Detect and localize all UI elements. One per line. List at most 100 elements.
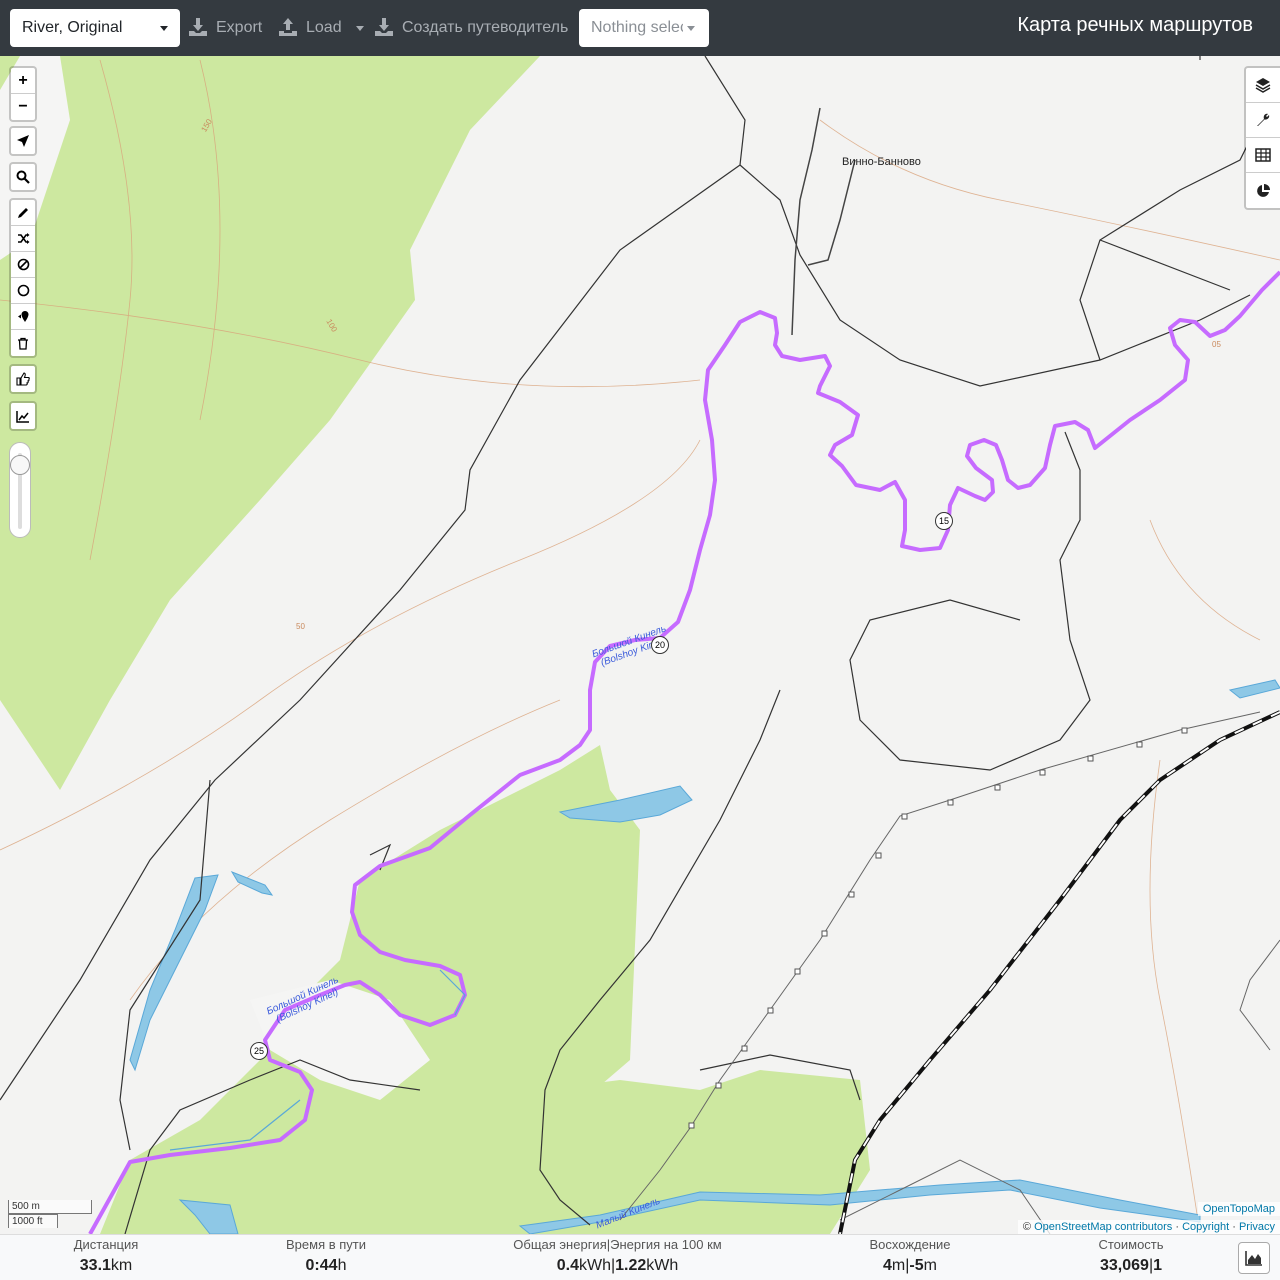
settings-button[interactable] xyxy=(1246,103,1280,138)
forest-area xyxy=(540,1070,870,1234)
profile-select[interactable]: River, Original xyxy=(10,9,180,47)
pencil-icon xyxy=(17,208,28,218)
wrench-icon xyxy=(1257,113,1270,126)
profile-select-value: River, Original xyxy=(22,19,123,36)
stat-energy-per100-unit: kWh xyxy=(646,1257,679,1274)
right-toolbar xyxy=(1244,66,1280,210)
elevation-profile-button[interactable] xyxy=(1238,1242,1270,1274)
load-button[interactable]: Load xyxy=(278,9,364,47)
selection-dropdown[interactable]: Nothing selected xyxy=(579,9,709,47)
draw-route-button[interactable] xyxy=(11,200,35,226)
table-icon xyxy=(1255,148,1271,162)
map-canvas[interactable]: Винно-Банново Большой Кинель (Bolshoy Ki… xyxy=(0,56,1280,1234)
stat-distance-unit: km xyxy=(110,1257,133,1274)
elevation-chart-button[interactable] xyxy=(11,403,35,429)
create-guide-label: Создать путеводитель xyxy=(402,19,569,36)
feedback-control xyxy=(9,364,37,394)
scale-metric: 500 m xyxy=(8,1200,92,1214)
upload-icon xyxy=(279,18,297,36)
layers-icon xyxy=(1255,78,1271,93)
scale-imperial: 1000 ft xyxy=(8,1214,58,1228)
contour-label: 05 xyxy=(1212,340,1221,349)
copyright-symbol: © xyxy=(1022,1221,1032,1233)
opacity-slider[interactable] xyxy=(9,442,31,538)
circle-button[interactable] xyxy=(11,278,35,304)
stat-ascent-up-unit: m xyxy=(891,1257,906,1274)
ban-icon xyxy=(17,258,29,271)
delete-route-button[interactable] xyxy=(11,330,35,356)
attribution-separator: · xyxy=(1175,1221,1179,1233)
location-arrow-icon xyxy=(17,135,29,147)
download-icon xyxy=(189,18,207,36)
km-marker-value: 25 xyxy=(253,1046,264,1056)
top-navbar: River, Original Export Load Создать путе… xyxy=(0,0,1280,56)
app-title: Карта речных маршрутов xyxy=(1017,14,1253,36)
osm-attribution-link[interactable]: OpenStreetMap contributors xyxy=(1034,1221,1172,1233)
export-label: Export xyxy=(216,19,263,36)
create-guide-button[interactable]: Создать путеводитель xyxy=(374,9,574,47)
stat-ascent: Восхождение 4m|-5m xyxy=(860,1237,960,1275)
selection-placeholder: Nothing selected xyxy=(591,19,683,36)
thumbs-up-icon xyxy=(16,372,30,386)
privacy-link[interactable]: Privacy xyxy=(1239,1221,1275,1233)
stat-cost: Стоимость 33,069|1 xyxy=(1085,1237,1177,1275)
stat-distance: Дистанция 33.1km xyxy=(60,1237,152,1275)
search-button[interactable] xyxy=(11,164,35,190)
stat-cost-value: 33,069 xyxy=(1100,1257,1149,1274)
pie-chart-icon xyxy=(1257,183,1270,197)
zoom-out-button[interactable]: − xyxy=(11,94,35,120)
stat-time-unit: h xyxy=(337,1257,347,1274)
reverse-route-button[interactable] xyxy=(11,226,35,252)
locate-control xyxy=(9,126,37,156)
table-button[interactable] xyxy=(1246,138,1280,173)
zoom-in-button[interactable]: + xyxy=(11,68,35,94)
zoom-control: + − xyxy=(9,66,37,122)
stat-ascent-title: Восхождение xyxy=(869,1237,951,1252)
stat-energy-per100: 1.22 xyxy=(615,1257,647,1274)
shuffle-icon xyxy=(17,233,29,244)
statistics-button[interactable] xyxy=(1246,173,1280,208)
nogo-area-button[interactable] xyxy=(11,252,35,278)
attribution: © OpenStreetMap contributors · Copyright… xyxy=(1017,1220,1280,1234)
load-label: Load xyxy=(306,19,342,36)
elevation-control xyxy=(9,401,37,431)
stat-time: Время в пути 0:44h xyxy=(276,1237,376,1275)
stat-energy-total-unit: kWh xyxy=(578,1257,611,1274)
circle-icon xyxy=(17,284,29,297)
stat-distance-value: 33.1 xyxy=(79,1257,111,1274)
stat-cost-title: Стоимость xyxy=(1098,1237,1164,1252)
copyright-link[interactable]: Copyright xyxy=(1182,1221,1229,1233)
attribution-separator: · xyxy=(1232,1221,1236,1233)
village-label: Винно-Банново xyxy=(842,156,921,168)
km-marker-value: 20 xyxy=(654,640,665,650)
area-chart-icon xyxy=(1245,1251,1262,1266)
search-control xyxy=(9,162,37,192)
stat-energy-title: Общая энергия|Энергия на 100 км xyxy=(513,1237,722,1252)
poi-button[interactable] xyxy=(11,304,35,330)
stat-ascent-down-unit: m xyxy=(923,1257,937,1274)
km-marker: 25 xyxy=(250,1042,268,1060)
slider-handle[interactable] xyxy=(10,455,30,475)
export-button[interactable]: Export xyxy=(188,9,268,47)
layers-button[interactable] xyxy=(1246,68,1280,103)
draw-toolbar xyxy=(9,198,37,358)
stat-energy-total: 0.4 xyxy=(556,1257,579,1274)
map-marker-icon xyxy=(17,311,28,322)
km-marker: 15 xyxy=(935,512,953,530)
tile-attribution[interactable]: OpenTopoMap xyxy=(1197,1202,1280,1216)
locate-button[interactable] xyxy=(11,128,35,154)
scale-bar: 500 m 1000 ft xyxy=(8,1200,92,1228)
thumbs-up-button[interactable] xyxy=(11,366,35,392)
download-icon xyxy=(375,18,393,36)
km-marker-value: 15 xyxy=(938,516,949,526)
chevron-down-icon xyxy=(687,26,695,31)
stat-ascent-up: 4 xyxy=(883,1257,892,1274)
chevron-down-icon xyxy=(160,26,168,31)
chevron-down-icon xyxy=(356,26,364,31)
stat-time-title: Время в пути xyxy=(286,1237,366,1252)
stat-time-value: 0:44 xyxy=(305,1257,338,1274)
stat-distance-title: Дистанция xyxy=(73,1237,139,1252)
stat-energy: Общая энергия|Энергия на 100 км 0.4kWh|1… xyxy=(505,1237,730,1275)
search-icon xyxy=(16,170,30,184)
contour-label: 50 xyxy=(296,622,305,631)
